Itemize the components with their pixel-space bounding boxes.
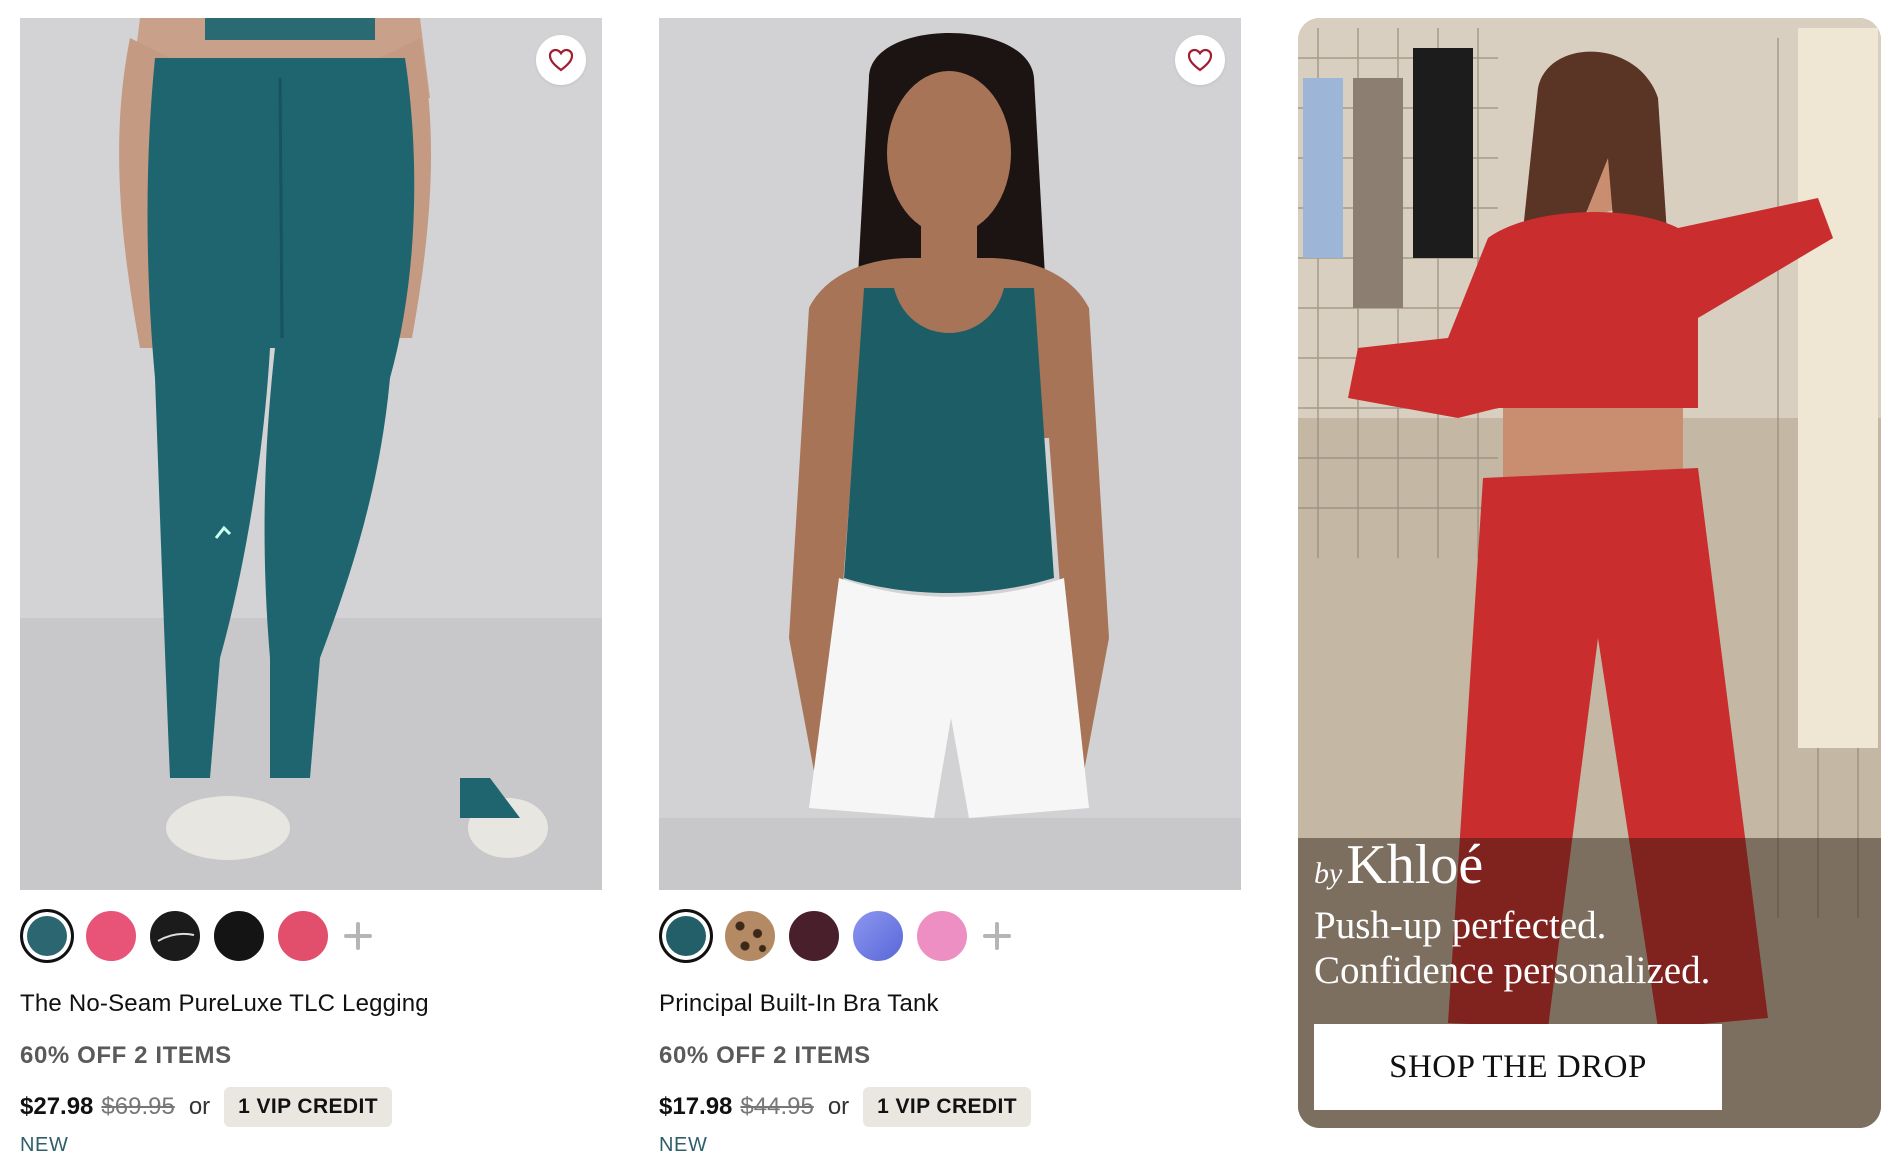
price-row: $27.98 $69.95 or 1 VIP CREDIT xyxy=(20,1087,602,1127)
brand-prefix: by xyxy=(1314,857,1343,890)
original-price: $69.95 xyxy=(101,1093,175,1120)
swatch-plum[interactable] xyxy=(787,909,841,963)
brand-logo: byKhloé xyxy=(1314,833,1710,897)
product-title[interactable]: The No-Seam PureLuxe TLC Legging xyxy=(20,990,602,1018)
plus-icon xyxy=(983,922,1011,950)
swatch-leopard[interactable] xyxy=(723,909,777,963)
product-title[interactable]: Principal Built-In Bra Tank xyxy=(659,990,1241,1018)
new-badge: NEW xyxy=(659,1134,708,1156)
swatch-teal[interactable] xyxy=(659,909,713,963)
swatch-periwinkle-blue[interactable] xyxy=(851,909,905,963)
tagline-line-2: Confidence personalized. xyxy=(1314,949,1711,992)
stripe-pattern xyxy=(157,932,195,942)
tank-photo xyxy=(659,18,1241,890)
swatch-pink[interactable] xyxy=(84,909,138,963)
product-card-legging[interactable]: The No-Seam PureLuxe TLC Legging 60% OFF… xyxy=(20,18,602,1157)
promo-label: 60% OFF 2 ITEMS xyxy=(20,1042,232,1069)
new-badge: NEW xyxy=(20,1134,69,1156)
heart-icon xyxy=(548,48,574,72)
legging-photo xyxy=(20,18,602,890)
more-colors-button[interactable] xyxy=(979,909,1015,963)
brand-name: Khloé xyxy=(1346,834,1484,896)
original-price: $44.95 xyxy=(740,1093,814,1120)
promo-tagline: Push-up perfected. Confidence personaliz… xyxy=(1314,903,1710,993)
promo-banner[interactable]: byKhloé Push-up perfected. Confidence pe… xyxy=(1298,18,1881,1128)
sale-price: $27.98 xyxy=(20,1093,94,1120)
favorite-button[interactable] xyxy=(1175,35,1225,85)
product-image-tank[interactable] xyxy=(659,18,1241,890)
more-colors-button[interactable] xyxy=(340,909,376,963)
vip-credit-badge: 1 VIP CREDIT xyxy=(224,1087,392,1127)
color-swatches xyxy=(20,906,602,966)
color-swatches xyxy=(659,906,1241,966)
promo-copy: byKhloé Push-up perfected. Confidence pe… xyxy=(1314,833,1710,993)
sale-price: $17.98 xyxy=(659,1093,733,1120)
heart-icon xyxy=(1187,48,1213,72)
vip-credit-badge: 1 VIP CREDIT xyxy=(863,1087,1031,1127)
or-label: or xyxy=(827,1093,850,1120)
promo-label: 60% OFF 2 ITEMS xyxy=(659,1042,871,1069)
product-image-legging[interactable] xyxy=(20,18,602,890)
swatch-coral-pink[interactable] xyxy=(276,909,330,963)
tagline-line-1: Push-up perfected. xyxy=(1314,904,1607,947)
product-card-tank[interactable]: Principal Built-In Bra Tank 60% OFF 2 IT… xyxy=(659,18,1241,1157)
price-row: $17.98 $44.95 or 1 VIP CREDIT xyxy=(659,1087,1241,1127)
swatch-black-with-stripe[interactable] xyxy=(148,909,202,963)
favorite-button[interactable] xyxy=(536,35,586,85)
plus-icon xyxy=(344,922,372,950)
swatch-teal[interactable] xyxy=(20,909,74,963)
or-label: or xyxy=(188,1093,211,1120)
swatch-black[interactable] xyxy=(212,909,266,963)
shop-the-drop-button[interactable]: SHOP THE DROP xyxy=(1314,1024,1722,1110)
swatch-pink[interactable] xyxy=(915,909,969,963)
